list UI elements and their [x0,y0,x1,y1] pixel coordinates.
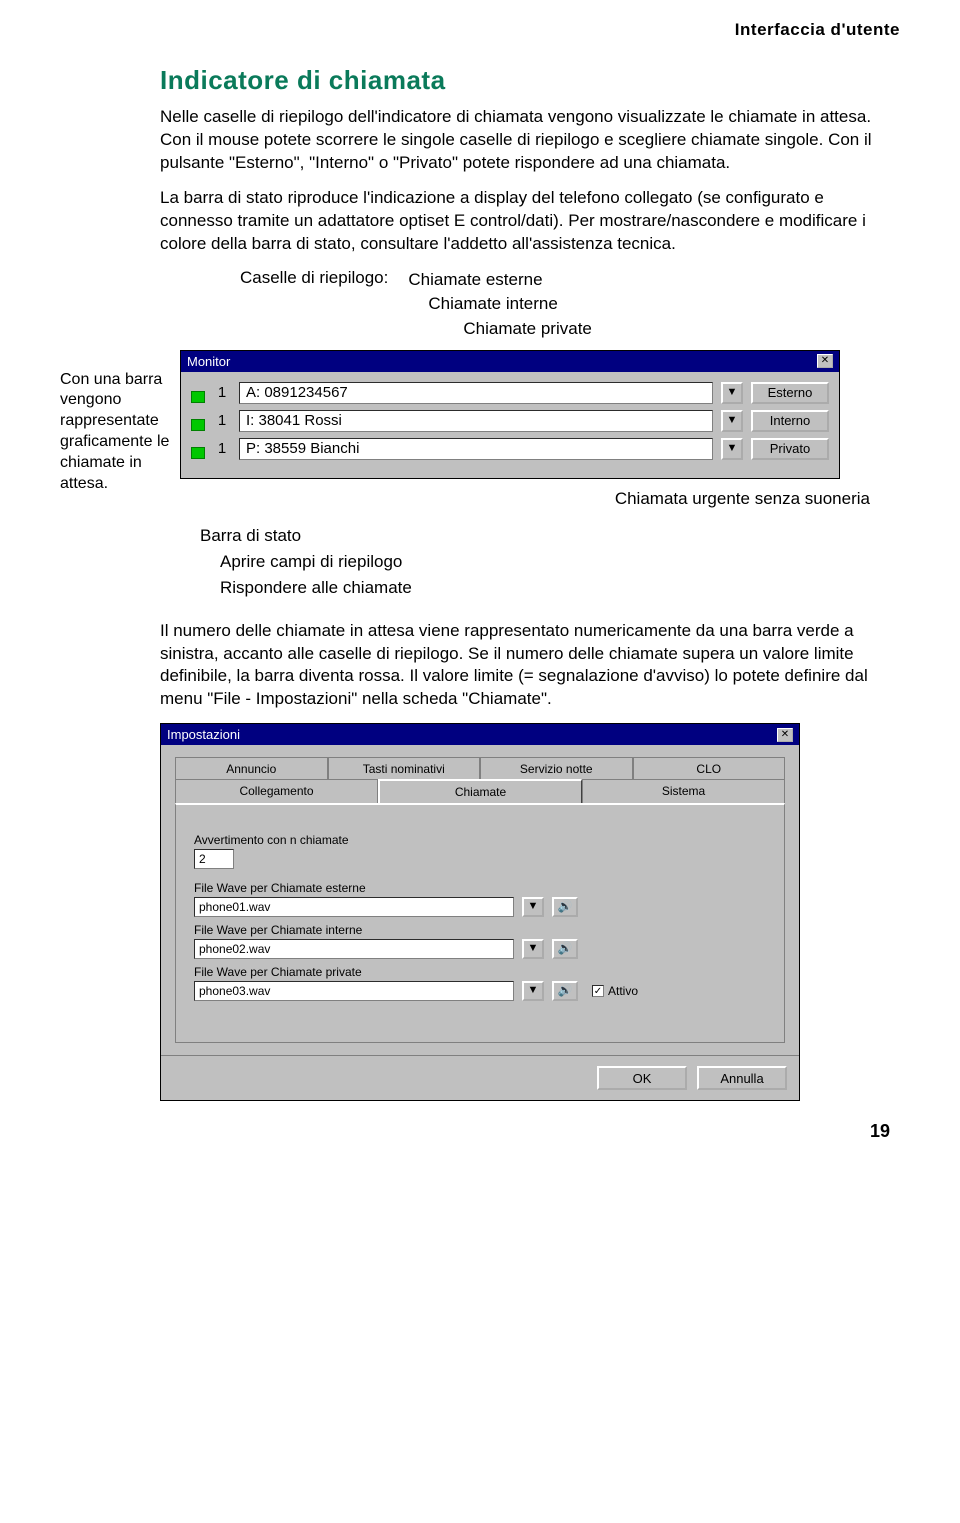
wave-int-play-icon[interactable]: 🔊 [552,939,578,959]
field-interno[interactable]: I: 38041 Rossi [239,410,713,432]
close-icon[interactable]: ✕ [777,728,793,742]
monitor-row-privato: 1 P: 38559 Bianchi ▼ Privato [191,438,829,460]
warn-input[interactable]: 2 [194,849,234,869]
esterno-button[interactable]: Esterno [751,382,829,404]
monitor-window: Monitor ✕ 1 A: 0891234567 ▼ Esterno 1 I: [180,350,840,479]
tab-servizio-notte[interactable]: Servizio notte [480,757,633,780]
caselle-label: Caselle di riepilogo: [240,268,388,342]
count-privato: 1 [213,440,231,457]
tab-sistema[interactable]: Sistema [582,779,785,803]
ok-button[interactable]: OK [597,1066,687,1090]
count-interno: 1 [213,412,231,429]
legend-esterne: Chiamate esterne [408,268,592,293]
legend-interne: Chiamate interne [428,292,592,317]
checkbox-icon[interactable]: ✓ [592,985,604,997]
monitor-row-esterno: 1 A: 0891234567 ▼ Esterno [191,382,829,404]
paragraph-3: Il numero delle chiamate in attesa viene… [160,620,900,712]
caselle-legend: Caselle di riepilogo: Chiamate esterne C… [240,268,900,342]
warn-label: Avvertimento con n chiamate [194,833,766,847]
privato-button[interactable]: Privato [751,438,829,460]
field-esterno[interactable]: A: 0891234567 [239,382,713,404]
wave-ext-input[interactable]: phone01.wav [194,897,514,917]
wave-prv-dropdown-icon[interactable]: ▼ [522,981,544,1001]
label-rispondere: Rispondere alle chiamate [220,575,900,601]
monitor-row-interno: 1 I: 38041 Rossi ▼ Interno [191,410,829,432]
wave-ext-dropdown-icon[interactable]: ▼ [522,897,544,917]
wave-int-dropdown-icon[interactable]: ▼ [522,939,544,959]
section-title: Indicatore di chiamata [160,65,900,96]
wave-prv-input[interactable]: phone03.wav [194,981,514,1001]
wave-ext-play-icon[interactable]: 🔊 [552,897,578,917]
callout-labels: Barra di stato Aprire campi di riepilogo… [200,523,900,602]
side-note: Con una barra vengono rappresentate graf… [60,370,170,495]
page-number: 19 [60,1121,900,1142]
settings-titlebar[interactable]: Impostazioni ✕ [161,724,799,745]
dropdown-interno-icon[interactable]: ▼ [721,410,743,432]
wave-ext-label: File Wave per Chiamate esterne [194,881,766,895]
urgent-call-label: Chiamata urgente senza suoneria [180,489,900,509]
tab-collegamento[interactable]: Collegamento [175,779,378,803]
active-checkbox[interactable]: ✓ Attivo [592,984,638,998]
wave-int-input[interactable]: phone02.wav [194,939,514,959]
field-privato[interactable]: P: 38559 Bianchi [239,438,713,460]
settings-title: Impostazioni [167,727,240,742]
wave-int-label: File Wave per Chiamate interne [194,923,766,937]
label-aprire-campi: Aprire campi di riepilogo [220,549,900,575]
legend-private: Chiamate private [463,317,592,342]
interno-button[interactable]: Interno [751,410,829,432]
active-checkbox-label: Attivo [608,984,638,998]
tab-clo[interactable]: CLO [633,757,786,780]
count-esterno: 1 [213,384,231,401]
close-icon[interactable]: ✕ [817,354,833,368]
tab-panel-chiamate: Avvertimento con n chiamate 2 File Wave … [175,803,785,1043]
paragraph-1: Nelle caselle di riepilogo dell'indicato… [160,106,900,175]
tab-annuncio[interactable]: Annuncio [175,757,328,780]
chapter-header: Interfaccia d'utente [60,20,900,40]
monitor-titlebar[interactable]: Monitor ✕ [181,351,839,372]
tab-chiamate[interactable]: Chiamate [378,779,582,803]
bar-indicator [191,391,205,403]
dropdown-privato-icon[interactable]: ▼ [721,438,743,460]
paragraph-2: La barra di stato riproduce l'indicazion… [160,187,900,256]
monitor-title: Monitor [187,354,230,369]
tab-tasti-nominativi[interactable]: Tasti nominativi [328,757,481,780]
wave-prv-label: File Wave per Chiamate private [194,965,766,979]
label-barra-stato: Barra di stato [200,523,900,549]
bar-indicator [191,419,205,431]
dropdown-esterno-icon[interactable]: ▼ [721,382,743,404]
settings-dialog: Impostazioni ✕ Annuncio Tasti nominativi… [160,723,800,1101]
cancel-button[interactable]: Annulla [697,1066,787,1090]
bar-indicator [191,447,205,459]
wave-prv-play-icon[interactable]: 🔊 [552,981,578,1001]
